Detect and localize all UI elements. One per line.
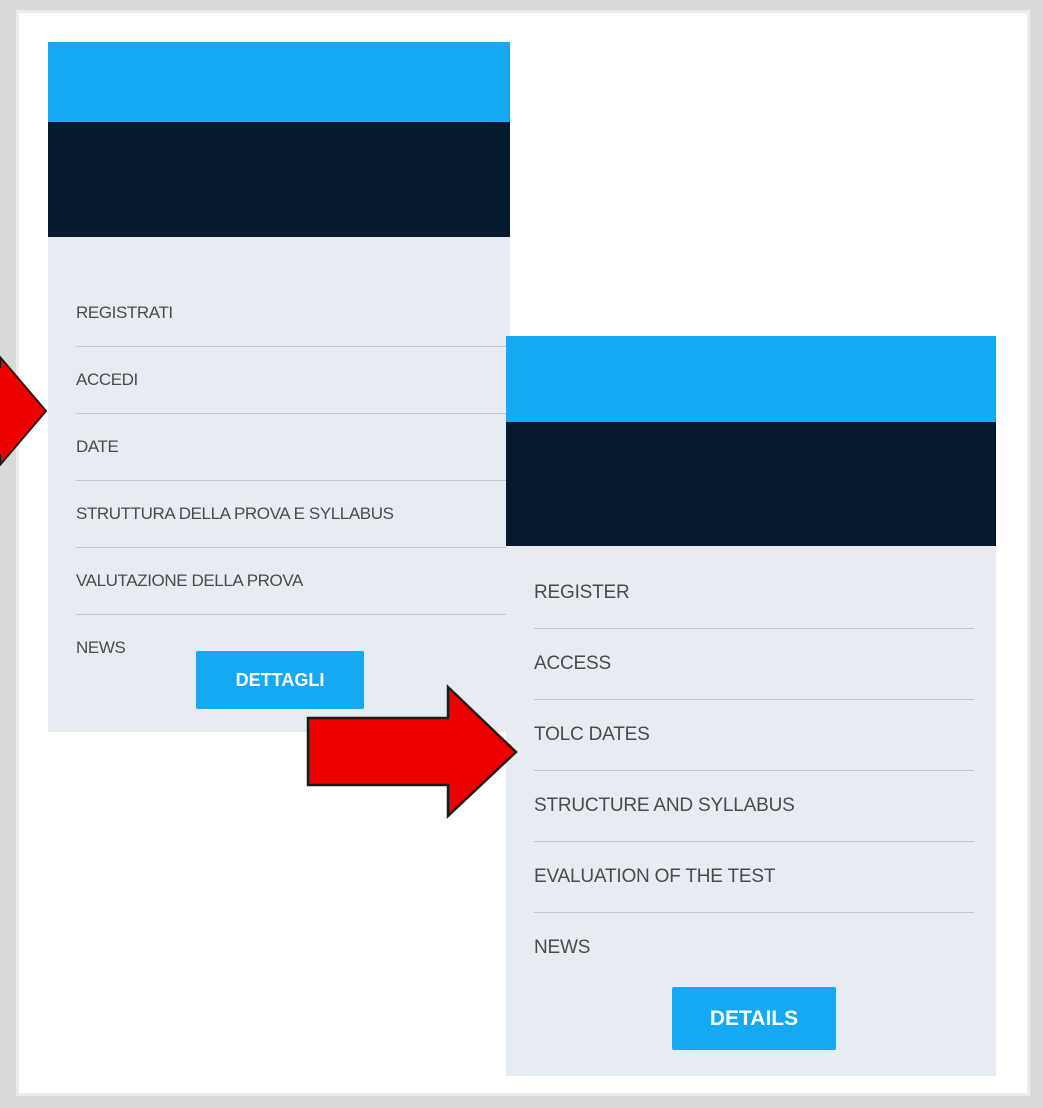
menu-item-registrati[interactable]: REGISTRATI bbox=[76, 280, 510, 347]
menu-item-accedi[interactable]: ACCEDI bbox=[76, 347, 510, 414]
menu-item-tolc-dates[interactable]: TOLC DATES bbox=[534, 700, 974, 771]
menu-item-label: VALUTAZIONE DELLA PROVA bbox=[76, 571, 303, 590]
menu-item-register[interactable]: REGISTER bbox=[534, 558, 974, 629]
menu-item-label: NEWS bbox=[534, 937, 591, 958]
italian-menu-list: REGISTRATI ACCEDI DATE STRUTTURA DELLA P… bbox=[76, 280, 510, 681]
menu-item-label: DATE bbox=[76, 437, 119, 456]
italian-menu-panel: REGISTRATI ACCEDI DATE STRUTTURA DELLA P… bbox=[48, 42, 510, 732]
menu-item-date[interactable]: DATE bbox=[76, 414, 510, 481]
menu-item-access[interactable]: ACCESS bbox=[534, 629, 974, 700]
menu-item-struttura[interactable]: STRUTTURA DELLA PROVA E SYLLABUS bbox=[76, 481, 510, 548]
right-arrow-icon bbox=[0, 355, 48, 467]
menu-item-label: REGISTRATI bbox=[76, 303, 173, 322]
right-arrow-icon bbox=[306, 684, 518, 819]
menu-item-label: ACCEDI bbox=[76, 370, 138, 389]
menu-item-label: TOLC DATES bbox=[534, 724, 650, 745]
menu-item-news[interactable]: NEWS bbox=[534, 913, 974, 983]
menu-item-label: STRUCTURE AND SYLLABUS bbox=[534, 795, 795, 816]
menu-item-label: ACCESS bbox=[534, 653, 611, 674]
details-button[interactable]: DETAILS bbox=[672, 987, 836, 1050]
menu-item-label: REGISTER bbox=[534, 582, 630, 603]
menu-item-label: EVALUATION OF THE TEST bbox=[534, 866, 776, 887]
header-dark-bar bbox=[48, 122, 510, 237]
header-dark-bar bbox=[506, 422, 996, 546]
english-menu-panel: REGISTER ACCESS TOLC DATES STRUCTURE AND… bbox=[506, 336, 996, 1076]
menu-item-evaluation[interactable]: EVALUATION OF THE TEST bbox=[534, 842, 974, 913]
menu-item-label: NEWS bbox=[76, 638, 126, 657]
menu-item-structure[interactable]: STRUCTURE AND SYLLABUS bbox=[534, 771, 974, 842]
menu-item-label: STRUTTURA DELLA PROVA E SYLLABUS bbox=[76, 504, 394, 523]
header-blue-bar bbox=[506, 336, 996, 422]
menu-item-valutazione[interactable]: VALUTAZIONE DELLA PROVA bbox=[76, 548, 510, 615]
header-blue-bar bbox=[48, 42, 510, 122]
english-menu-list: REGISTER ACCESS TOLC DATES STRUCTURE AND… bbox=[534, 558, 974, 983]
